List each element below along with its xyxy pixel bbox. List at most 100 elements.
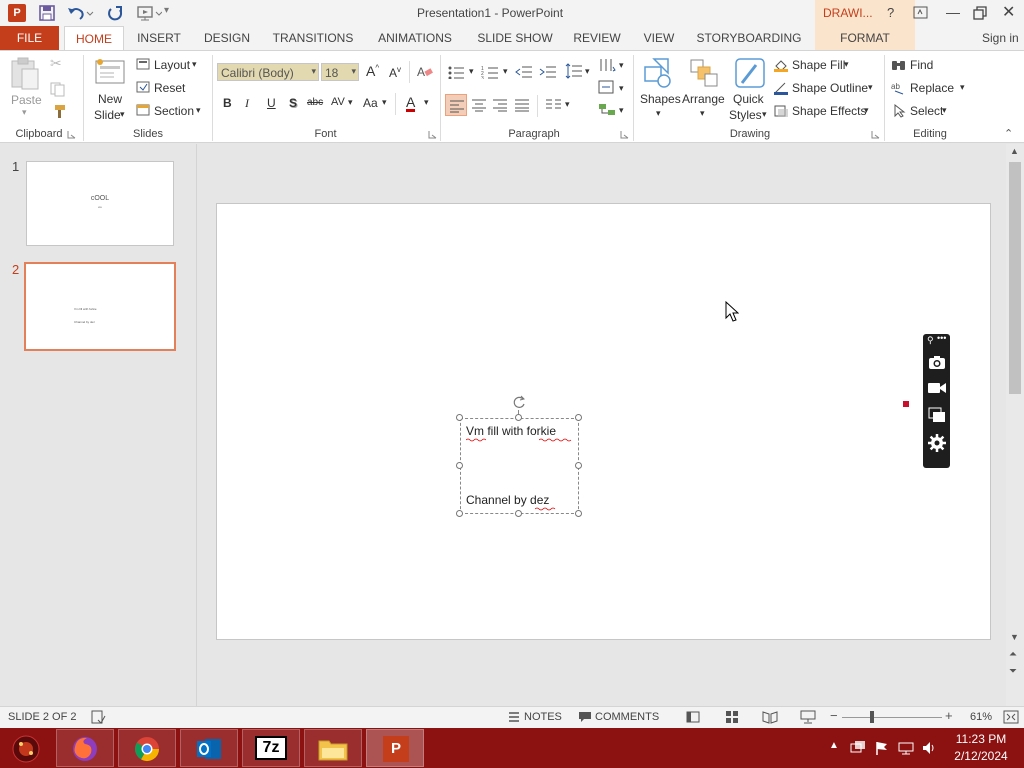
taskbar-firefox[interactable] bbox=[56, 729, 114, 767]
font-family-box[interactable]: Calibri (Body) ▾ bbox=[217, 63, 319, 81]
underline-button[interactable]: U bbox=[267, 96, 276, 110]
quick-styles-label-2[interactable]: Styles bbox=[729, 108, 762, 122]
shapes-dropdown-icon[interactable]: ▾ bbox=[656, 108, 661, 119]
tab-home[interactable]: HOME bbox=[64, 26, 124, 50]
notes-icon[interactable] bbox=[507, 711, 521, 723]
layout-icon[interactable] bbox=[136, 58, 150, 70]
zoom-in-button[interactable]: + bbox=[945, 708, 953, 723]
font-family-value[interactable]: Calibri (Body) bbox=[221, 66, 294, 80]
arrange-icon[interactable] bbox=[688, 57, 720, 89]
text-box-line-1[interactable]: Vm fill with forkie bbox=[466, 424, 556, 438]
format-painter-icon[interactable] bbox=[49, 103, 67, 119]
tab-insert[interactable]: INSERT bbox=[130, 26, 188, 50]
change-case-button[interactable]: Aa bbox=[363, 96, 378, 110]
columns-icon[interactable] bbox=[545, 98, 563, 112]
italic-button[interactable]: I bbox=[245, 96, 249, 111]
bold-button[interactable]: B bbox=[223, 96, 232, 110]
previous-slide-icon[interactable]: ⏶ bbox=[1009, 649, 1017, 660]
text-shadow-button[interactable]: S bbox=[289, 96, 297, 110]
minimize-button[interactable]: — bbox=[946, 4, 960, 20]
selected-text-box[interactable]: Vm fill with forkie Channel by dez bbox=[460, 418, 579, 514]
replace-dropdown-icon[interactable]: ▾ bbox=[960, 82, 965, 93]
copy-icon[interactable] bbox=[49, 81, 67, 97]
line-spacing-dropdown-icon[interactable]: ▾ bbox=[585, 66, 590, 77]
comments-button[interactable]: COMMENTS bbox=[595, 711, 659, 723]
character-spacing-dropdown-icon[interactable]: ▾ bbox=[348, 97, 353, 108]
shape-effects-icon[interactable] bbox=[773, 104, 789, 118]
settings-gear-icon[interactable] bbox=[927, 433, 947, 453]
taskbar-powerpoint[interactable]: P bbox=[366, 729, 424, 767]
justify-icon[interactable] bbox=[514, 98, 530, 112]
zoom-slider-thumb[interactable] bbox=[870, 711, 874, 723]
scroll-down-icon[interactable]: ▼ bbox=[1010, 632, 1019, 642]
font-size-dropdown-icon[interactable]: ▾ bbox=[351, 66, 356, 77]
new-slide-label-2[interactable]: Slide bbox=[94, 108, 121, 122]
zoom-out-button[interactable]: − bbox=[830, 708, 838, 723]
text-direction-icon[interactable] bbox=[598, 57, 616, 73]
zoom-slider-track[interactable] bbox=[842, 717, 942, 718]
scroll-up-icon[interactable]: ▲ bbox=[1010, 146, 1019, 156]
shape-effects-button[interactable]: Shape Effects bbox=[792, 104, 867, 118]
section-dropdown-icon[interactable]: ▾ bbox=[196, 105, 201, 116]
shapes-icon[interactable] bbox=[642, 57, 674, 89]
shapes-button[interactable]: Shapes bbox=[640, 92, 681, 106]
decrease-font-size-icon[interactable]: Av bbox=[389, 65, 401, 80]
layout-button[interactable]: Layout bbox=[154, 58, 190, 72]
arrange-button[interactable]: Arrange bbox=[682, 92, 725, 106]
fit-slide-to-window-icon[interactable] bbox=[1003, 710, 1019, 724]
numbering-dropdown-icon[interactable]: ▾ bbox=[503, 66, 508, 77]
rotation-handle-icon[interactable] bbox=[511, 394, 527, 410]
bullets-dropdown-icon[interactable]: ▾ bbox=[469, 66, 474, 77]
tab-animations[interactable]: ANIMATIONS bbox=[370, 26, 460, 50]
vertical-scrollbar[interactable]: ▲ ▼ ⏶ ⏷ bbox=[1006, 144, 1024, 706]
clock-time[interactable]: 11:23 PM bbox=[946, 732, 1016, 746]
clear-formatting-icon[interactable]: A bbox=[416, 63, 434, 81]
tab-design[interactable]: DESIGN bbox=[198, 26, 256, 50]
align-text-icon[interactable] bbox=[598, 80, 616, 96]
increase-indent-icon[interactable] bbox=[539, 65, 557, 79]
zoom-level[interactable]: 61% bbox=[970, 711, 992, 723]
bullets-icon[interactable] bbox=[447, 65, 467, 79]
smartart-dropdown-icon[interactable]: ▾ bbox=[619, 105, 624, 116]
tab-review[interactable]: REVIEW bbox=[568, 26, 626, 50]
resize-handle-w[interactable] bbox=[456, 462, 463, 469]
section-button[interactable]: Section bbox=[154, 104, 194, 118]
taskbar-file-explorer[interactable] bbox=[304, 729, 362, 767]
slide-show-icon[interactable] bbox=[800, 710, 816, 724]
cut-icon[interactable]: ✂ bbox=[50, 55, 62, 72]
close-button[interactable]: ✕ bbox=[1002, 2, 1015, 22]
tab-view[interactable]: VIEW bbox=[636, 26, 682, 50]
reset-button[interactable]: Reset bbox=[154, 81, 185, 95]
paste-icon[interactable] bbox=[8, 57, 42, 91]
text-direction-dropdown-icon[interactable]: ▾ bbox=[619, 60, 624, 71]
columns-dropdown-icon[interactable]: ▾ bbox=[565, 99, 570, 110]
new-slide-icon[interactable] bbox=[94, 57, 126, 89]
window-capture-icon[interactable] bbox=[928, 407, 946, 423]
help-button[interactable]: ? bbox=[887, 5, 894, 20]
resize-handle-n[interactable] bbox=[515, 414, 522, 421]
quick-styles-icon[interactable] bbox=[734, 57, 766, 89]
section-icon[interactable] bbox=[136, 104, 150, 116]
normal-view-icon[interactable] bbox=[686, 710, 700, 724]
shape-fill-button[interactable]: Shape Fill bbox=[792, 58, 845, 72]
font-dialog-launcher-icon[interactable] bbox=[428, 130, 438, 140]
tab-file[interactable]: FILE bbox=[0, 26, 59, 50]
font-family-dropdown-icon[interactable]: ▾ bbox=[311, 66, 316, 77]
replace-icon[interactable]: ab bbox=[891, 81, 907, 95]
align-right-icon[interactable] bbox=[492, 98, 508, 112]
tab-format[interactable]: FORMAT bbox=[815, 26, 915, 50]
taskbar-outlook[interactable] bbox=[180, 729, 238, 767]
numbering-icon[interactable]: 123 bbox=[481, 65, 501, 79]
video-camera-icon[interactable] bbox=[927, 381, 947, 395]
ribbon-display-options-icon[interactable] bbox=[913, 6, 929, 20]
shape-fill-icon[interactable] bbox=[773, 58, 789, 72]
next-slide-icon[interactable]: ⏷ bbox=[1009, 666, 1017, 677]
tab-slide-show[interactable]: SLIDE SHOW bbox=[472, 26, 558, 50]
paragraph-dialog-launcher-icon[interactable] bbox=[620, 130, 630, 140]
select-icon[interactable] bbox=[893, 104, 907, 118]
find-button[interactable]: Find bbox=[910, 58, 933, 72]
line-spacing-icon[interactable] bbox=[565, 63, 583, 79]
scroll-thumb[interactable] bbox=[1009, 162, 1021, 394]
clipboard-dialog-launcher-icon[interactable] bbox=[67, 130, 77, 140]
shape-effects-dropdown-icon[interactable]: ▾ bbox=[864, 105, 869, 116]
